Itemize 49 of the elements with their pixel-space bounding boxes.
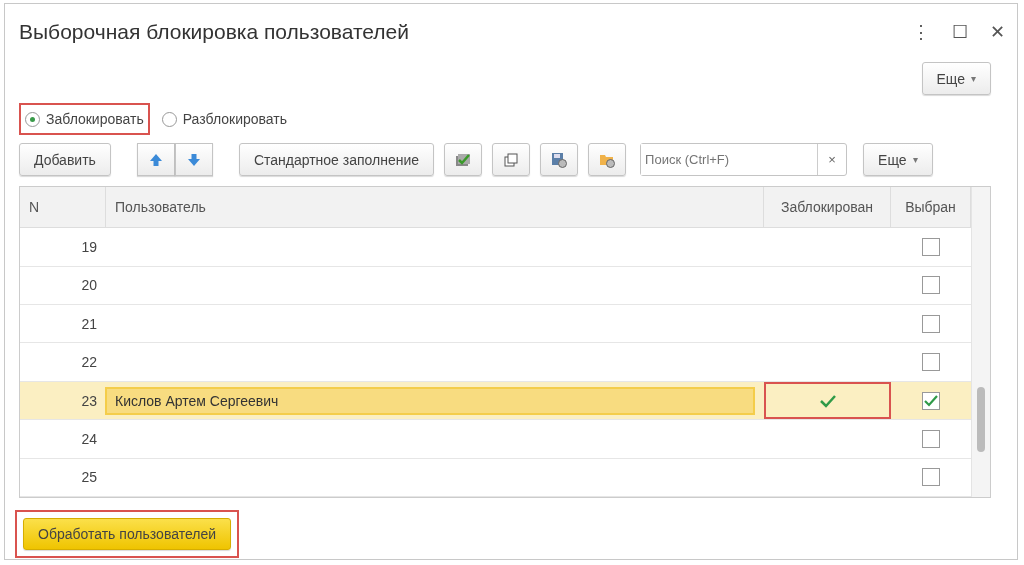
table-row[interactable]: 24 (20, 420, 971, 459)
checkbox[interactable] (922, 391, 940, 410)
row-number: 24 (80, 429, 98, 449)
checkbox[interactable] (922, 429, 940, 448)
checkbox[interactable] (922, 468, 940, 487)
save-settings-button[interactable] (540, 143, 579, 176)
check-all-button[interactable] (444, 143, 483, 176)
move-down-button[interactable] (174, 143, 213, 176)
search-field[interactable]: Поиск (Ctrl+F) × (640, 143, 848, 176)
row-number: 20 (80, 276, 98, 296)
more-button[interactable]: Еще ▾ (921, 62, 991, 95)
maximize-icon[interactable]: ☐ (952, 21, 968, 43)
copy-button[interactable] (492, 143, 531, 176)
arrow-down-icon (186, 152, 201, 167)
more-button[interactable]: Еще ▾ (863, 143, 933, 176)
scrollbar[interactable] (971, 187, 990, 497)
row-number: 23 (80, 391, 98, 411)
close-icon[interactable]: ✕ (990, 21, 1005, 43)
table-row[interactable]: 25 (20, 458, 971, 497)
checklist-icon (454, 151, 473, 168)
user-name: Кислов Артем Сергеевич (105, 386, 755, 415)
move-up-button[interactable] (136, 143, 175, 176)
process-users-button[interactable]: Обработать пользователей (23, 518, 231, 550)
checkbox[interactable] (922, 276, 940, 295)
checkbox[interactable] (922, 314, 940, 333)
table-row[interactable]: 21 (20, 305, 971, 344)
add-button[interactable]: Добавить (19, 143, 111, 176)
standard-fill-button[interactable]: Стандартное заполнение (238, 143, 435, 176)
table-row[interactable]: 19 (20, 228, 971, 267)
table-row[interactable]: 23 Кислов Артем Сергеевич (20, 381, 971, 421)
window-title: Выборочная блокировка пользователей (19, 20, 409, 44)
row-number: 22 (80, 353, 98, 373)
checkbox[interactable] (922, 353, 940, 372)
disk-gear-icon (551, 151, 568, 168)
row-number: 21 (80, 314, 98, 334)
menu-icon[interactable]: ⋮ (912, 21, 930, 43)
row-number: 19 (80, 238, 98, 257)
table-row[interactable]: 22 (20, 343, 971, 382)
checkbox[interactable] (922, 238, 940, 256)
column-header[interactable]: Заблокирован (764, 187, 891, 228)
copy-icon (503, 151, 520, 168)
column-header[interactable]: Пользователь (106, 187, 764, 228)
arrow-up-icon (148, 152, 163, 167)
column-header[interactable]: N (20, 187, 106, 228)
folder-settings-button[interactable] (588, 143, 627, 176)
radio-option[interactable]: Разблокировать (155, 103, 293, 135)
radio-option[interactable]: Заблокировать (19, 103, 150, 135)
row-number: 25 (80, 468, 98, 488)
table-row[interactable]: 20 (20, 266, 971, 306)
